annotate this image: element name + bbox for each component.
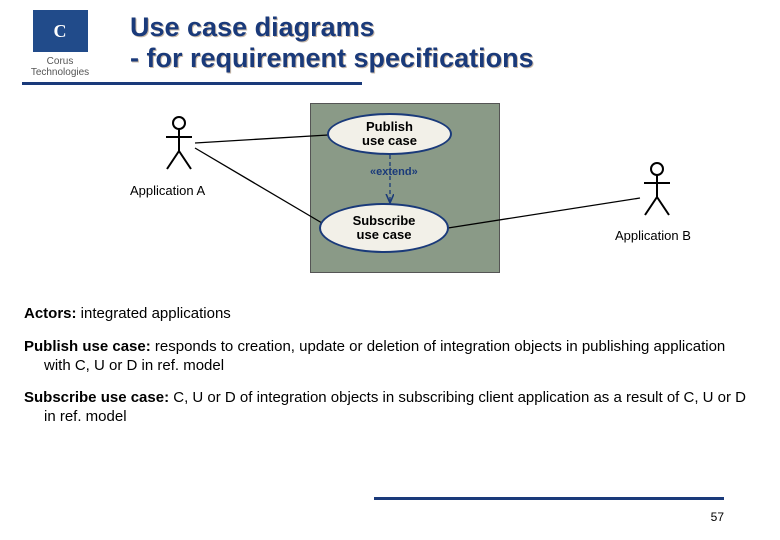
title-block: Use case diagrams - for requirement spec… [130,10,534,74]
logo-brand: Corus Technologies [24,56,96,78]
desc-subscribe-label: Subscribe use case: [24,389,169,406]
usecase-publish-line1: Publish [329,120,450,134]
extend-stereotype: «extend» [370,166,418,178]
actor-b-label: Application B [615,228,691,243]
usecase-subscribe-line2: use case [321,228,447,242]
actor-a-icon [162,115,196,173]
actor-b-icon [640,161,674,219]
usecase-subscribe: Subscribe use case [319,203,449,253]
desc-actors-label: Actors: [24,305,77,322]
uml-diagram: Publish use case Subscribe use case «ext… [0,103,780,293]
usecase-subscribe-line1: Subscribe [321,214,447,228]
logo-letter: C [54,21,67,42]
usecase-publish: Publish use case [327,113,452,155]
descriptions: Actors: integrated applications Publish … [0,293,780,427]
page-number: 57 [711,510,724,524]
usecase-publish-line2: use case [329,134,450,148]
desc-subscribe: Subscribe use case: C, U or D of integra… [24,389,756,427]
slide-title-line1: Use case diagrams [130,12,534,43]
desc-actors: Actors: integrated applications [24,305,756,324]
desc-publish: Publish use case: responds to creation, … [24,338,756,376]
desc-publish-label: Publish use case: [24,338,151,355]
footer-divider [374,497,724,500]
actor-a-label: Application A [130,183,205,198]
slide-header: C Corus Technologies Use case diagrams -… [0,0,780,78]
slide-title-line2: - for requirement specifications [130,43,534,74]
corus-logo-icon: C [33,10,88,52]
title-underline [22,82,362,85]
logo-block: C Corus Technologies [24,10,96,78]
desc-actors-text: integrated applications [77,305,231,322]
